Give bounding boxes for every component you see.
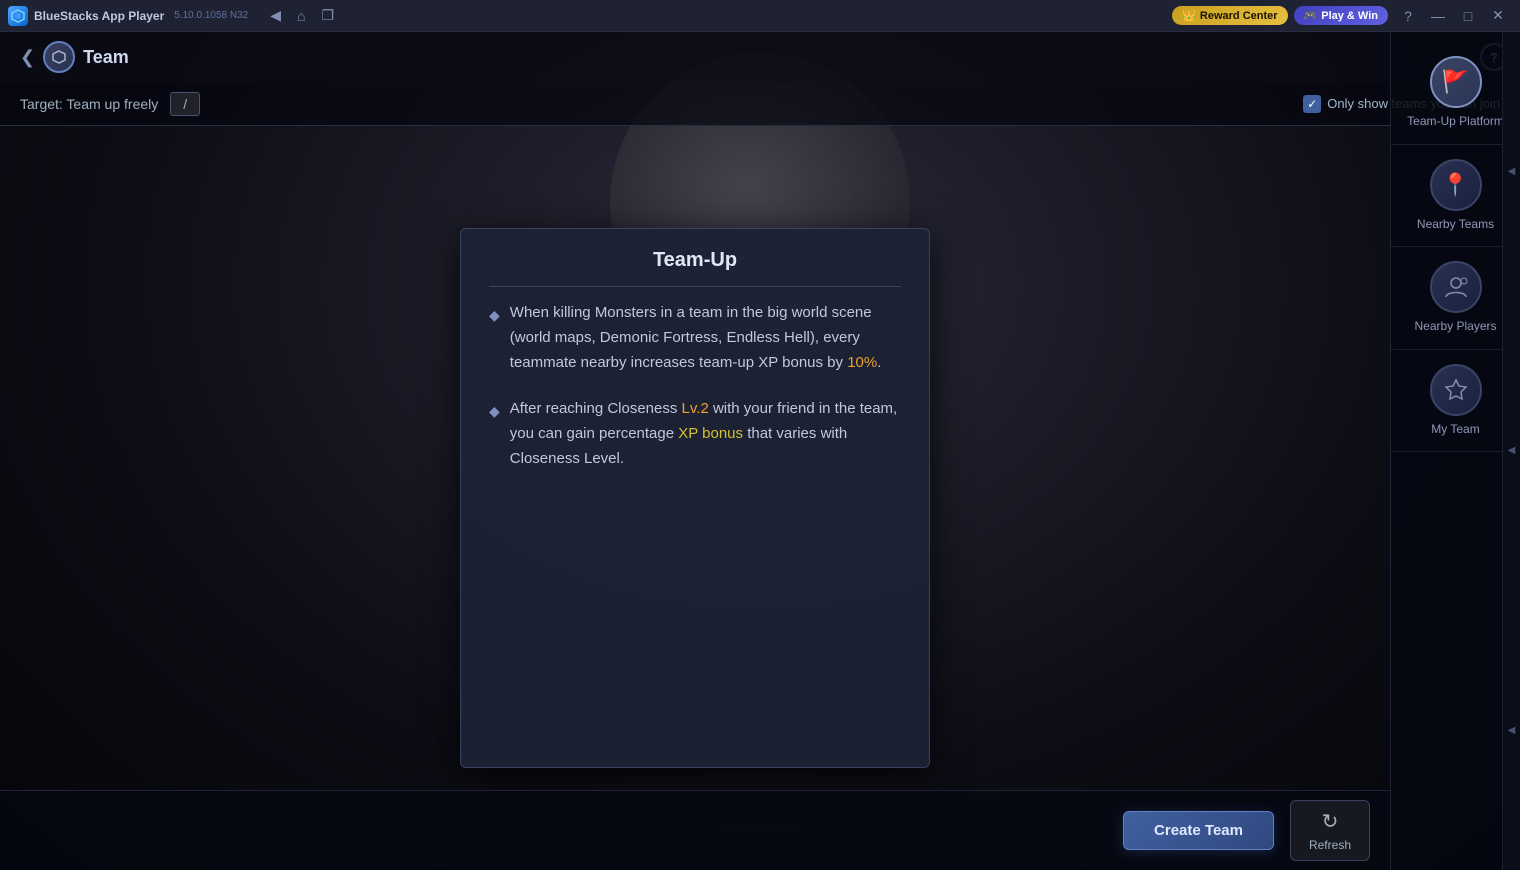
- popup-body: ◆ When killing Monsters in a team in the…: [489, 301, 901, 472]
- app-logo-area: BlueStacks App Player 5.10.0.1058 N32: [0, 6, 256, 26]
- right-sidebar: 🚩 Team-Up Platform 📍 Nearby Teams Nearby…: [1390, 32, 1520, 870]
- popup-item-2: ◆ After reaching Closeness Lv.2 with you…: [489, 397, 901, 471]
- filter-bar: Target: Team up freely / ✓ Only show tea…: [0, 82, 1520, 126]
- nearby-teams-icon: 📍: [1430, 159, 1482, 211]
- titlebar-nav: ◀ ⌂ ❐: [264, 3, 340, 28]
- edge-bottom-button[interactable]: ◀: [1506, 725, 1517, 736]
- reward-center-label: Reward Center: [1200, 10, 1278, 22]
- titlebar-maximize-button[interactable]: □: [1454, 2, 1482, 30]
- sidebar-item-team-up-platform[interactable]: 🚩 Team-Up Platform: [1391, 42, 1520, 145]
- nav-home-button[interactable]: ⌂: [291, 4, 311, 28]
- highlight-lv2: Lv.2: [682, 400, 709, 417]
- app-version: 5.10.0.1058 N32: [174, 10, 248, 21]
- popup-item-2-text: After reaching Closeness Lv.2 with your …: [510, 397, 901, 471]
- titlebar-controls: ? — □ ✕: [1394, 2, 1512, 30]
- page-top-bar: ❮ Team ?: [0, 32, 1520, 82]
- highlight-xp-bonus: XP bonus: [678, 425, 743, 442]
- bullet-1: ◆: [489, 304, 500, 327]
- highlight-10pct: 10%: [847, 354, 877, 371]
- popup-item-1: ◆ When killing Monsters in a team in the…: [489, 301, 901, 375]
- popup-title: Team-Up: [489, 249, 901, 287]
- team-up-platform-icon: 🚩: [1430, 56, 1482, 108]
- sidebar-item-nearby-players-label: Nearby Players: [1414, 319, 1496, 335]
- sidebar-item-nearby-teams[interactable]: 📍 Nearby Teams: [1391, 145, 1520, 248]
- refresh-icon: ↻: [1322, 809, 1339, 834]
- sidebar-item-nearby-teams-label: Nearby Teams: [1417, 217, 1494, 233]
- checkbox-checkmark: ✓: [1303, 95, 1321, 113]
- page-title: Team: [83, 47, 129, 68]
- page-title-icon: [43, 41, 75, 73]
- app-name: BlueStacks App Player: [34, 9, 164, 23]
- far-right-edge: ◀ ◀ ◀: [1502, 32, 1520, 870]
- page-back-button[interactable]: ❮: [12, 43, 43, 72]
- refresh-button[interactable]: ↻ Refresh: [1290, 800, 1370, 861]
- filter-target-label: Target: Team up freely: [20, 96, 158, 112]
- nav-bookmark-button[interactable]: ❐: [315, 3, 340, 28]
- team-up-popup: Team-Up ◆ When killing Monsters in a tea…: [460, 228, 930, 768]
- play-win-label: Play & Win: [1321, 10, 1378, 22]
- titlebar-help-button[interactable]: ?: [1394, 2, 1422, 30]
- titlebar-minimize-button[interactable]: —: [1424, 2, 1452, 30]
- nearby-players-icon: [1430, 261, 1482, 313]
- game-area: ❮ Team ? Target: Team up freely / ✓ Only…: [0, 32, 1520, 870]
- refresh-label: Refresh: [1309, 838, 1351, 852]
- slash-button[interactable]: /: [170, 92, 200, 116]
- sidebar-item-my-team-label: My Team: [1431, 422, 1479, 438]
- sidebar-item-my-team[interactable]: My Team: [1391, 350, 1520, 453]
- main-content: Team-Up ◆ When killing Monsters in a tea…: [0, 126, 1390, 870]
- bullet-2: ◆: [489, 400, 500, 423]
- edge-mid-button[interactable]: ◀: [1506, 445, 1517, 456]
- reward-crown-icon: 👑: [1182, 9, 1196, 22]
- sidebar-item-nearby-players[interactable]: Nearby Players: [1391, 247, 1520, 350]
- edge-top-button[interactable]: ◀: [1506, 166, 1517, 177]
- titlebar-close-button[interactable]: ✕: [1484, 2, 1512, 30]
- play-win-button[interactable]: 🎮 Play & Win: [1294, 6, 1388, 25]
- bottom-bar: Create Team ↻ Refresh: [0, 790, 1390, 870]
- titlebar: BlueStacks App Player 5.10.0.1058 N32 ◀ …: [0, 0, 1520, 32]
- titlebar-right: 👑 Reward Center 🎮 Play & Win ? — □ ✕: [1172, 2, 1520, 30]
- sidebar-item-team-up-platform-label: Team-Up Platform: [1407, 114, 1504, 130]
- bluestacks-logo: [8, 6, 28, 26]
- popup-item-1-text: When killing Monsters in a team in the b…: [510, 301, 901, 375]
- reward-center-button[interactable]: 👑 Reward Center: [1172, 6, 1287, 25]
- my-team-icon: [1430, 364, 1482, 416]
- create-team-button[interactable]: Create Team: [1123, 811, 1274, 850]
- play-win-icon: 🎮: [1304, 9, 1318, 22]
- nav-back-button[interactable]: ◀: [264, 3, 287, 28]
